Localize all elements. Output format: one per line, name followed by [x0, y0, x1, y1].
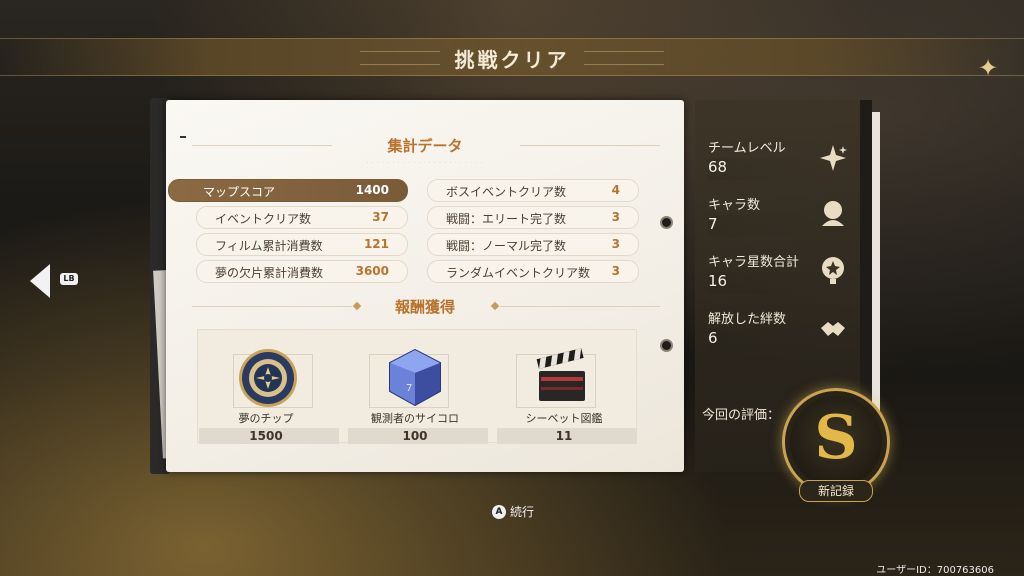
- reward-name: シーベット図鑑: [525, 412, 603, 425]
- reward-name: 夢のチップ: [238, 412, 294, 425]
- rewards-title: 報酬獲得: [394, 298, 455, 316]
- back-arrow-icon[interactable]: [30, 264, 50, 298]
- stat-value: 3: [611, 210, 620, 224]
- stat-value: 4: [611, 183, 620, 197]
- stat-row: 戦闘：エリート完了数 3: [427, 206, 639, 229]
- stat-value: 1400: [355, 183, 389, 197]
- new-record-badge: 新記録: [799, 480, 873, 502]
- reward-quantity: 11: [555, 429, 573, 443]
- binder-ring: [660, 216, 673, 229]
- dice-icon: 7: [389, 348, 441, 407]
- stat-label: ボスイベントクリア数: [446, 185, 567, 199]
- stat-label: 戦闘：エリート完了数: [446, 212, 567, 226]
- title-bar: 挑戦クリア: [0, 38, 1024, 76]
- chip-icon: [239, 349, 297, 407]
- stat-row: フィルム累計消費数 121: [196, 233, 408, 256]
- bond-icon: [821, 322, 845, 336]
- card-dash: [180, 136, 186, 138]
- screen-title: 挑戦クリア: [454, 48, 570, 72]
- stat-row: イベントクリア数 37: [196, 206, 408, 229]
- summary-subtitle-decoration: · · · · · · · · · · · · · · · · · · · · …: [366, 160, 484, 166]
- rank-letter: S: [814, 403, 858, 473]
- continue-button[interactable]: A 続行: [492, 503, 534, 520]
- stat-row: 夢の欠片累計消費数 3600: [196, 260, 408, 283]
- user-id: ユーザーID：700763606: [876, 565, 994, 576]
- binder-ring: [660, 339, 673, 352]
- summary-title: 集計データ: [387, 137, 463, 155]
- sparkle-decoration-icon: ✦: [978, 54, 999, 82]
- stat-value: 121: [363, 237, 389, 251]
- star-badge-icon: [822, 257, 844, 284]
- clapperboard-icon: [536, 348, 585, 401]
- stat-value: 3: [611, 237, 620, 251]
- section-divider: [192, 306, 352, 307]
- sparkle-icon: [820, 145, 847, 171]
- stat-value: 3600: [355, 264, 389, 278]
- stat-label: マップスコア: [203, 185, 276, 199]
- stat-label: ランダムイベントクリア数: [446, 266, 591, 280]
- character-icon: [822, 201, 844, 226]
- stat-row: ボスイベントクリア数 4: [427, 179, 639, 202]
- reward-quantity: 100: [402, 429, 428, 443]
- evaluation-label: 今回の評価：: [702, 408, 781, 423]
- stat-value: 37: [372, 210, 389, 224]
- stat-row: 戦闘：ノーマル完了数 3: [427, 233, 639, 256]
- section-divider: [192, 145, 332, 146]
- lb-button-badge[interactable]: LB: [60, 273, 78, 285]
- stat-label: フィルム累計消費数: [215, 239, 323, 253]
- stat-row: ランダムイベントクリア数 3: [427, 260, 639, 283]
- continue-label: 続行: [510, 505, 535, 519]
- stat-value: 3: [611, 264, 620, 278]
- stat-label: 戦闘：ノーマル完了数: [446, 239, 567, 253]
- a-button-icon: A: [492, 504, 506, 519]
- section-divider: [500, 306, 660, 307]
- section-divider: [520, 145, 660, 146]
- svg-text:7: 7: [406, 383, 412, 394]
- stat-label: 夢の欠片累計消費数: [215, 266, 324, 280]
- reward-quantity: 1500: [249, 429, 283, 443]
- stat-label: イベントクリア数: [215, 212, 312, 226]
- stat-row: マップスコア 1400: [168, 179, 408, 202]
- reward-name: 観測者のサイコロ: [371, 412, 459, 425]
